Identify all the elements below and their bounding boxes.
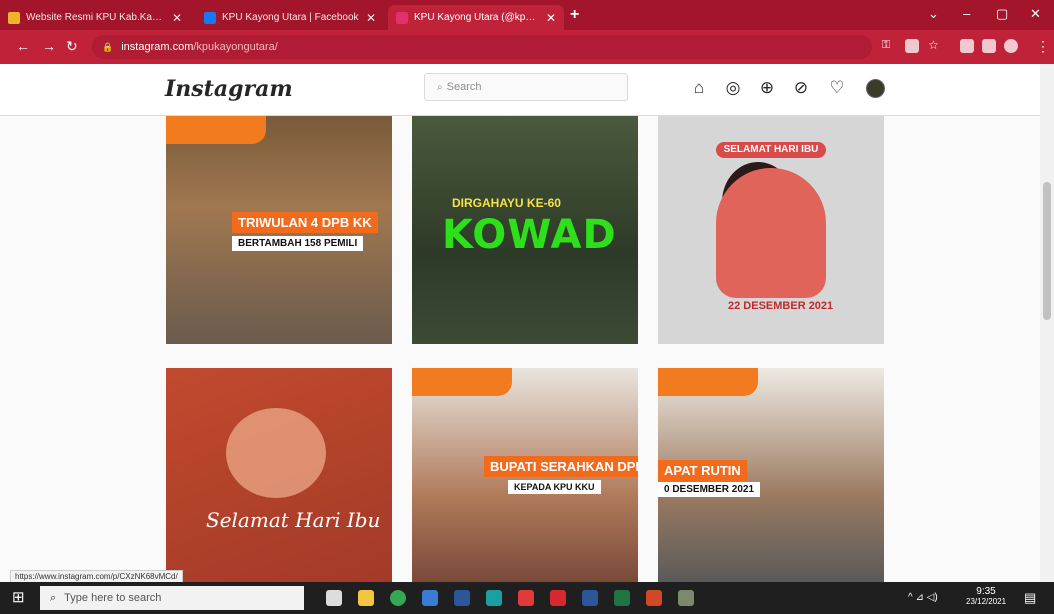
extension-icon[interactable] [905,39,919,53]
post-thumbnail[interactable]: TRIWULAN 4 DPB KK BERTAMBAH 158 PEMILI [166,116,392,344]
minimize-icon[interactable]: – [963,6,970,21]
messenger-icon[interactable]: ◎ [722,77,744,99]
app-icon[interactable] [678,590,694,606]
notification-icon[interactable]: ▤ [1024,590,1036,606]
tab-search-icon[interactable]: ⌄ [928,6,939,22]
taskbar-search-placeholder: Type here to search [64,592,162,604]
close-icon[interactable]: ✕ [366,11,376,25]
close-icon[interactable]: ✕ [172,11,182,25]
post-thumbnail[interactable]: BUPATI SERAHKAN DPI KEPADA KPU KKU [412,368,638,582]
illustration [226,408,326,498]
app-icon[interactable] [550,590,566,606]
facebook-favicon-icon [204,11,216,24]
tab-title: KPU Kayong Utara | Facebook [222,12,359,23]
post-thumbnail[interactable]: DIRGAHAYU KE-60 KOWAD [412,116,638,344]
app-icon[interactable] [486,590,502,606]
illustration [716,168,826,298]
post-script-text: Selamat Hari Ibu [206,508,381,532]
post-thumbnail[interactable]: SELAMAT HARI IBU 22 DESEMBER 2021 [658,116,884,344]
maximize-icon[interactable]: ▢ [996,6,1008,22]
excel-icon[interactable] [614,590,630,606]
search-input[interactable]: ⌕ Search [424,73,628,101]
avatar[interactable] [866,79,885,98]
browser-toolbar: ← → ↻ 🔒 instagram.com/kpukayongutara/ ⚿ … [0,30,1054,64]
extension-icon[interactable] [960,39,974,53]
scrollbar[interactable] [1040,64,1054,582]
home-icon[interactable]: ⌂ [688,77,710,99]
back-icon[interactable]: ← [16,38,30,54]
close-window-icon[interactable]: ✕ [1030,6,1041,22]
address-bar[interactable]: 🔒 instagram.com/kpukayongutara/ [92,35,872,59]
tab-title: Website Resmi KPU Kab.Kayong [26,12,166,23]
post-thumbnail[interactable]: Selamat Hari Ibu [166,368,392,582]
taskbar-search-input[interactable]: ⌕ Type here to search [40,586,304,610]
url-path: /kpukayongutara/ [193,41,278,53]
post-banner-sub: BERTAMBAH 158 PEMILI [232,236,364,251]
clock-date: 23/12/2021 [966,597,1007,606]
scrollbar-thumb[interactable] [1043,182,1051,320]
post-banner-main: BUPATI SERAHKAN DPI [484,456,638,477]
post-banner-main: TRIWULAN 4 DPB KK [232,212,378,233]
app-icon[interactable] [518,590,534,606]
tab-kpu-website[interactable]: Website Resmi KPU Kab.Kayong ✕ [0,5,190,30]
post-banner-sub: 0 DESEMBER 2021 [658,482,761,497]
instagram-favicon-icon [396,11,408,24]
clock-time: 9:35 [976,586,996,597]
kpu-corner-tag [166,116,266,144]
post-thumbnail[interactable]: APAT RUTIN 0 DESEMBER 2021 [658,368,884,582]
new-tab-icon[interactable]: + [570,6,579,24]
tab-facebook[interactable]: KPU Kayong Utara | Facebook ✕ [196,5,384,30]
word-icon[interactable] [582,590,598,606]
url-host: instagram.com [121,41,194,53]
post-date: 22 DESEMBER 2021 [728,300,834,312]
kpu-corner-tag [412,368,512,396]
photoshop-icon[interactable] [454,590,470,606]
tab-instagram[interactable]: KPU Kayong Utara (@kpukayon ✕ [388,5,564,30]
browser-tab-strip: Website Resmi KPU Kab.Kayong ✕ KPU Kayon… [0,0,1054,30]
post-header-text: DIRGAHAYU KE-60 [452,196,561,210]
lock-icon: 🔒 [102,41,114,52]
heart-icon[interactable]: ♡ [826,77,848,99]
post-banner-sub: KEPADA KPU KKU [508,480,601,494]
key-icon[interactable]: ⚿ [882,39,890,52]
clock[interactable]: 9:35 23/12/2021 [966,586,1006,606]
app-icon[interactable] [422,590,438,606]
taskbar: ⊞ ⌕ Type here to search ^ ⊿ ◁) 9:35 23/1… [0,582,1054,614]
kpu-corner-tag [658,368,758,396]
post-banner: SELAMAT HARI IBU [716,142,826,158]
kpu-favicon-icon [8,11,20,24]
instagram-logo[interactable]: Instagram [165,76,293,102]
file-explorer-icon[interactable] [358,590,374,606]
new-post-icon[interactable]: ⊕ [756,77,778,99]
tab-title: KPU Kayong Utara (@kpukayon [414,12,540,23]
star-icon[interactable]: ☆ [928,38,939,52]
tray-icons[interactable]: ^ ⊿ ◁) [908,592,938,603]
search-placeholder: Search [446,81,482,93]
post-banner-main: APAT RUTIN [658,460,747,481]
task-view-icon[interactable] [326,590,342,606]
windows-start-icon[interactable]: ⊞ [12,590,28,606]
explore-icon[interactable]: ⊘ [790,77,812,99]
search-icon: ⌕ [50,591,57,604]
profile-icon[interactable] [1004,39,1018,53]
post-title-text: KOWAD [442,212,617,258]
close-icon[interactable]: ✕ [546,11,556,25]
menu-icon[interactable]: ⋮ [1036,38,1050,55]
chrome-icon[interactable] [390,590,406,606]
forward-icon[interactable]: → [42,38,56,54]
powerpoint-icon[interactable] [646,590,662,606]
reload-icon[interactable]: ↻ [66,38,78,55]
instagram-header: Instagram ⌕ Search ⌂ ◎ ⊕ ⊘ ♡ [0,64,1040,116]
puzzle-icon[interactable] [982,39,996,53]
search-icon: ⌕ [437,81,443,93]
